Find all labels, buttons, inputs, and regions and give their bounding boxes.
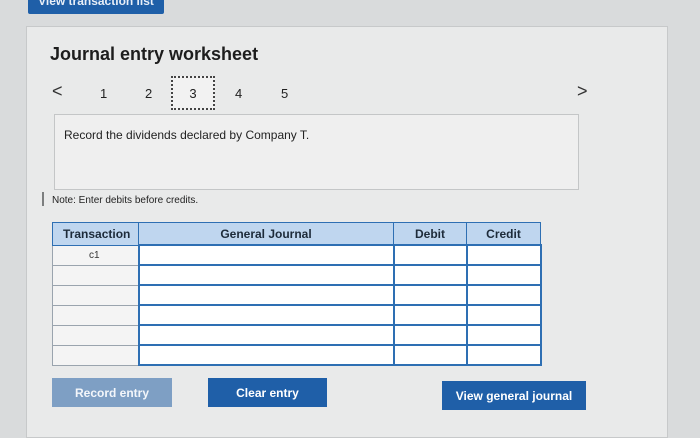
table-row: [52, 304, 542, 326]
transaction-cell: [52, 344, 139, 366]
clear-entry-button[interactable]: Clear entry: [208, 378, 327, 407]
prompt-box: Record the dividends declared by Company…: [54, 114, 579, 190]
transaction-cell: c1: [52, 244, 139, 266]
page-title: Journal entry worksheet: [50, 44, 259, 64]
view-transaction-list-label: View transaction list: [38, 0, 154, 8]
table-row: [52, 324, 542, 346]
header-credit: Credit: [466, 222, 541, 246]
prompt-text: Record the dividends declared by Company…: [64, 128, 310, 142]
transaction-cell: [52, 324, 139, 346]
account-input[interactable]: [137, 304, 395, 326]
header-transaction: Transaction: [52, 222, 139, 246]
account-input[interactable]: [137, 344, 395, 366]
step-1[interactable]: 1: [100, 86, 107, 101]
chevron-left-icon[interactable]: <: [52, 82, 63, 100]
credit-input[interactable]: [465, 284, 542, 306]
transaction-cell: [52, 284, 139, 306]
journal-table: Transaction General Journal Debit Credit…: [52, 222, 542, 366]
table-row: [52, 264, 542, 286]
step-5[interactable]: 5: [281, 86, 288, 101]
transaction-cell: [52, 304, 139, 326]
account-input[interactable]: [137, 264, 395, 286]
transaction-cell: [52, 264, 139, 286]
debit-input[interactable]: [392, 344, 468, 366]
step-2[interactable]: 2: [145, 86, 152, 101]
step-3-active[interactable]: 3: [171, 76, 215, 110]
step-4[interactable]: 4: [235, 86, 242, 101]
credit-input[interactable]: [465, 344, 542, 366]
debit-input[interactable]: [392, 244, 468, 266]
header-general-journal: General Journal: [138, 222, 394, 246]
note-text: Note: Enter debits before credits.: [52, 195, 199, 206]
credit-input[interactable]: [465, 244, 542, 266]
table-header-row: Transaction General Journal Debit Credit: [52, 222, 541, 246]
view-general-journal-label: View general journal: [455, 388, 573, 403]
chevron-right-icon[interactable]: >: [577, 82, 588, 100]
debit-input[interactable]: [392, 284, 468, 306]
view-transaction-list-button[interactable]: View transaction list: [28, 0, 164, 14]
note-marker: [42, 192, 44, 206]
clear-entry-label: Clear entry: [236, 385, 299, 400]
credit-input[interactable]: [465, 324, 542, 346]
credit-input[interactable]: [465, 304, 542, 326]
header-debit: Debit: [393, 222, 467, 246]
step-navigation: < 1 2 3 4 5 >: [52, 76, 597, 112]
record-entry-label: Record entry: [74, 385, 150, 400]
view-general-journal-button[interactable]: View general journal: [442, 381, 586, 410]
table-row: [52, 284, 542, 306]
credit-input[interactable]: [465, 264, 542, 286]
account-input[interactable]: [137, 244, 395, 266]
debit-input[interactable]: [392, 264, 468, 286]
account-input[interactable]: [137, 284, 395, 306]
table-row: [52, 344, 542, 366]
account-input[interactable]: [137, 324, 395, 346]
debit-input[interactable]: [392, 304, 468, 326]
debit-input[interactable]: [392, 324, 468, 346]
record-entry-button[interactable]: Record entry: [52, 378, 172, 407]
table-row: c1: [52, 244, 542, 266]
